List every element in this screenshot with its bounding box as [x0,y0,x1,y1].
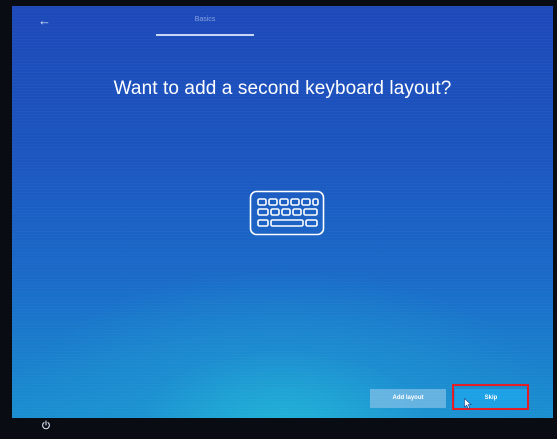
photo-frame: ← Basics Want to add a second keyboard l… [0,0,557,439]
mouse-cursor-icon [464,398,472,409]
page-title: Want to add a second keyboard layout? [113,78,452,99]
progress-indicator [156,34,254,36]
keyboard-icon [249,190,325,236]
progress-tab: Basics [194,16,216,23]
power-icon[interactable] [41,420,51,430]
oobe-screen: ← Basics Want to add a second keyboard l… [12,6,553,418]
back-arrow-icon[interactable]: ← [38,14,52,28]
add-layout-button[interactable]: Add layout [370,389,446,408]
